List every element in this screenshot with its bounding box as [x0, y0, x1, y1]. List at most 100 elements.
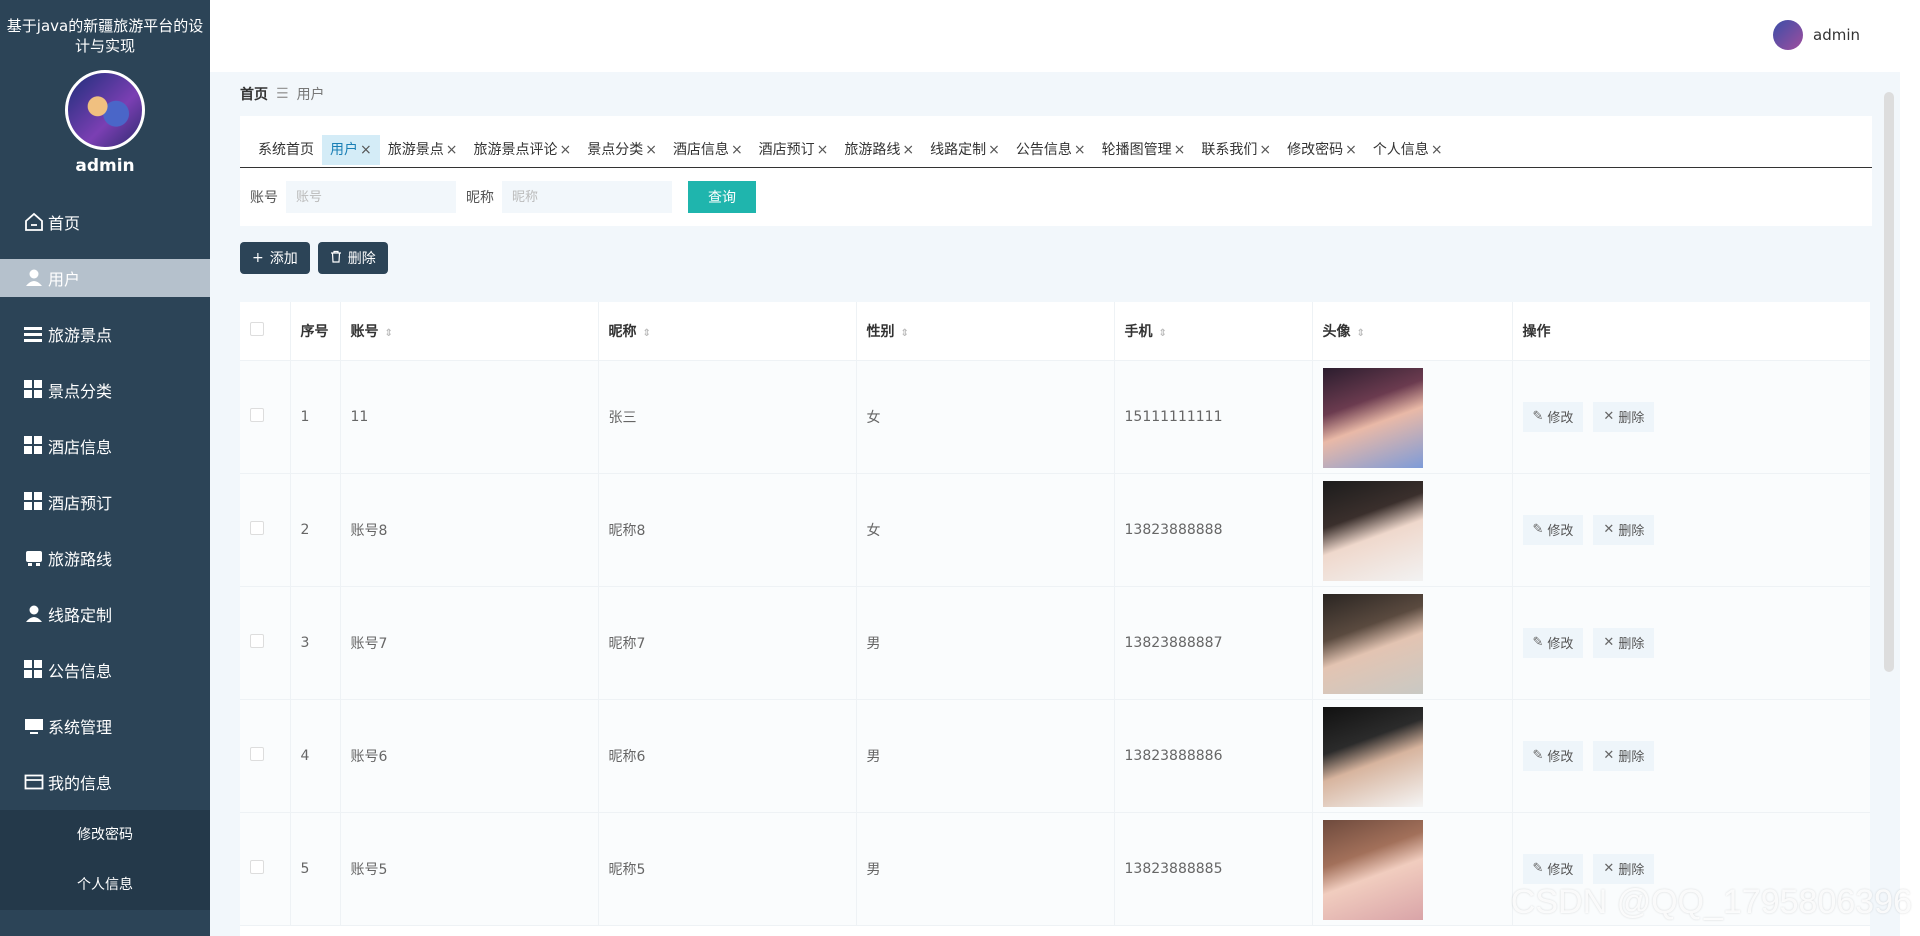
- sidebar-item-custom-route[interactable]: 线路定制: [0, 586, 210, 642]
- query-button[interactable]: 查询: [688, 181, 756, 213]
- col-phone[interactable]: 手机 ⇕: [1114, 302, 1313, 361]
- cell-ops: ✎ 修改 ✕ 删除: [1512, 586, 1870, 700]
- tab-system-home[interactable]: 系统首页: [250, 135, 322, 165]
- add-button[interactable]: + 添加: [240, 242, 310, 274]
- sort-icon[interactable]: ⇕: [1159, 328, 1167, 339]
- close-icon[interactable]: ×: [902, 142, 914, 158]
- cell-nickname: 昵称6: [598, 699, 857, 813]
- home-icon: [24, 212, 44, 232]
- tab-scenic-comment[interactable]: 旅游景点评论 ×: [465, 135, 579, 165]
- sidebar-item-label: 旅游景点: [48, 326, 113, 345]
- close-icon[interactable]: ×: [731, 142, 743, 158]
- sidebar-item-scenic[interactable]: 旅游景点: [0, 306, 210, 362]
- close-icon[interactable]: ×: [1431, 142, 1443, 158]
- col-avatar[interactable]: 头像 ⇕: [1312, 302, 1513, 361]
- breadcrumb-home[interactable]: 首页: [240, 84, 268, 104]
- sidebar-item-hotel-info[interactable]: 酒店信息: [0, 418, 210, 474]
- edit-label: 修改: [1547, 637, 1574, 652]
- close-icon[interactable]: ×: [645, 142, 657, 158]
- sidebar-item-category[interactable]: 景点分类: [0, 362, 210, 418]
- submenu-personal-info[interactable]: 个人信息: [0, 860, 210, 910]
- close-icon[interactable]: ×: [1174, 142, 1186, 158]
- row-select-cell: [240, 586, 291, 700]
- close-icon[interactable]: ×: [559, 142, 571, 158]
- tab-personal-info[interactable]: 个人信息 ×: [1365, 135, 1451, 165]
- table-header-row: 序号 账号 ⇕ 昵称 ⇕ 性别 ⇕ 手机 ⇕ 头像 ⇕ 操作: [240, 302, 1870, 361]
- col-nickname[interactable]: 昵称 ⇕: [598, 302, 857, 361]
- row-delete-button[interactable]: ✕ 删除: [1593, 514, 1655, 545]
- avatar: [1773, 20, 1803, 50]
- tab-route[interactable]: 旅游路线 ×: [836, 135, 922, 165]
- sort-icon[interactable]: ⇕: [385, 328, 393, 339]
- row-checkbox[interactable]: [250, 407, 264, 422]
- tab-label: 个人信息: [1372, 142, 1429, 158]
- delete-label: 删除: [347, 251, 376, 267]
- row-delete-button[interactable]: ✕ 删除: [1593, 740, 1655, 771]
- row-checkbox[interactable]: [250, 633, 264, 648]
- edit-button[interactable]: ✎ 修改: [1522, 740, 1584, 771]
- nickname-input[interactable]: [502, 181, 672, 213]
- cell-index: 5: [290, 812, 341, 926]
- tab-carousel[interactable]: 轮播图管理 ×: [1094, 135, 1194, 165]
- page-scrollbar[interactable]: [1884, 92, 1894, 672]
- delete-label: 删除: [1618, 524, 1645, 539]
- cell-gender: 女: [856, 360, 1115, 474]
- close-icon[interactable]: ×: [988, 142, 1000, 158]
- select-all-checkbox[interactable]: [250, 321, 264, 336]
- submenu-change-password[interactable]: 修改密码: [0, 810, 210, 860]
- tab-hotel-booking[interactable]: 酒店预订 ×: [751, 135, 837, 165]
- col-gender[interactable]: 性别 ⇕: [856, 302, 1115, 361]
- cell-index: 1: [290, 360, 341, 474]
- select-all-cell: [240, 302, 291, 361]
- row-checkbox[interactable]: [250, 520, 264, 535]
- edit-button[interactable]: ✎ 修改: [1522, 514, 1584, 545]
- account-input[interactable]: [286, 181, 456, 213]
- close-icon[interactable]: ×: [360, 142, 372, 158]
- cell-avatar: [1312, 812, 1513, 926]
- col-account[interactable]: 账号 ⇕: [340, 302, 599, 361]
- row-checkbox[interactable]: [250, 746, 264, 761]
- cell-avatar: [1312, 699, 1513, 813]
- row-checkbox[interactable]: [250, 859, 264, 874]
- row-delete-button[interactable]: ✕ 删除: [1593, 401, 1655, 432]
- tab-hotel-info[interactable]: 酒店信息 ×: [665, 135, 751, 165]
- close-icon[interactable]: ×: [1345, 142, 1357, 158]
- bulk-delete-button[interactable]: 删除: [317, 242, 388, 274]
- close-icon[interactable]: ×: [1259, 142, 1271, 158]
- sidebar-item-notice[interactable]: 公告信息: [0, 642, 210, 698]
- tab-notice[interactable]: 公告信息 ×: [1008, 135, 1094, 165]
- edit-button[interactable]: ✎ 修改: [1522, 853, 1584, 884]
- sort-icon[interactable]: ⇕: [643, 328, 651, 339]
- user-photo: [1322, 819, 1423, 920]
- close-icon[interactable]: ×: [817, 142, 829, 158]
- tab-custom-route[interactable]: 线路定制 ×: [922, 135, 1008, 165]
- cell-index: 4: [290, 699, 341, 813]
- sidebar-item-hotel-booking[interactable]: 酒店预订: [0, 474, 210, 530]
- sidebar-item-home[interactable]: 首页: [0, 194, 210, 250]
- delete-label: 删除: [1618, 637, 1645, 652]
- user-table: 序号 账号 ⇕ 昵称 ⇕ 性别 ⇕ 手机 ⇕ 头像 ⇕ 操作 1 11 张三女 15111111…: [240, 302, 1870, 936]
- sidebar-item-system[interactable]: 系统管理: [0, 698, 210, 754]
- edit-button[interactable]: ✎ 修改: [1522, 627, 1584, 658]
- sidebar-item-label: 景点分类: [48, 382, 113, 401]
- row-delete-button[interactable]: ✕ 删除: [1593, 627, 1655, 658]
- close-icon[interactable]: ×: [446, 142, 458, 158]
- edit-icon: ✎: [1532, 861, 1544, 876]
- trash-icon: [330, 250, 342, 267]
- close-icon[interactable]: ×: [1074, 142, 1086, 158]
- col-account-label: 账号: [350, 323, 379, 340]
- tab-change-password[interactable]: 修改密码 ×: [1279, 135, 1365, 165]
- header-user[interactable]: admin: [1773, 20, 1860, 50]
- tab-label: 线路定制: [930, 142, 987, 158]
- tab-user[interactable]: 用户 ×: [322, 135, 380, 165]
- tab-contact[interactable]: 联系我们 ×: [1193, 135, 1279, 165]
- tab-scenic[interactable]: 旅游景点 ×: [380, 135, 466, 165]
- sidebar-item-user[interactable]: 用户: [0, 259, 210, 297]
- sort-icon[interactable]: ⇕: [1357, 328, 1365, 339]
- sort-icon[interactable]: ⇕: [901, 328, 909, 339]
- edit-button[interactable]: ✎ 修改: [1522, 401, 1584, 432]
- row-delete-button[interactable]: ✕ 删除: [1593, 853, 1655, 884]
- sidebar-item-my-info[interactable]: 我的信息: [0, 754, 210, 810]
- sidebar-item-route[interactable]: 旅游路线: [0, 530, 210, 586]
- tab-category[interactable]: 景点分类 ×: [579, 135, 665, 165]
